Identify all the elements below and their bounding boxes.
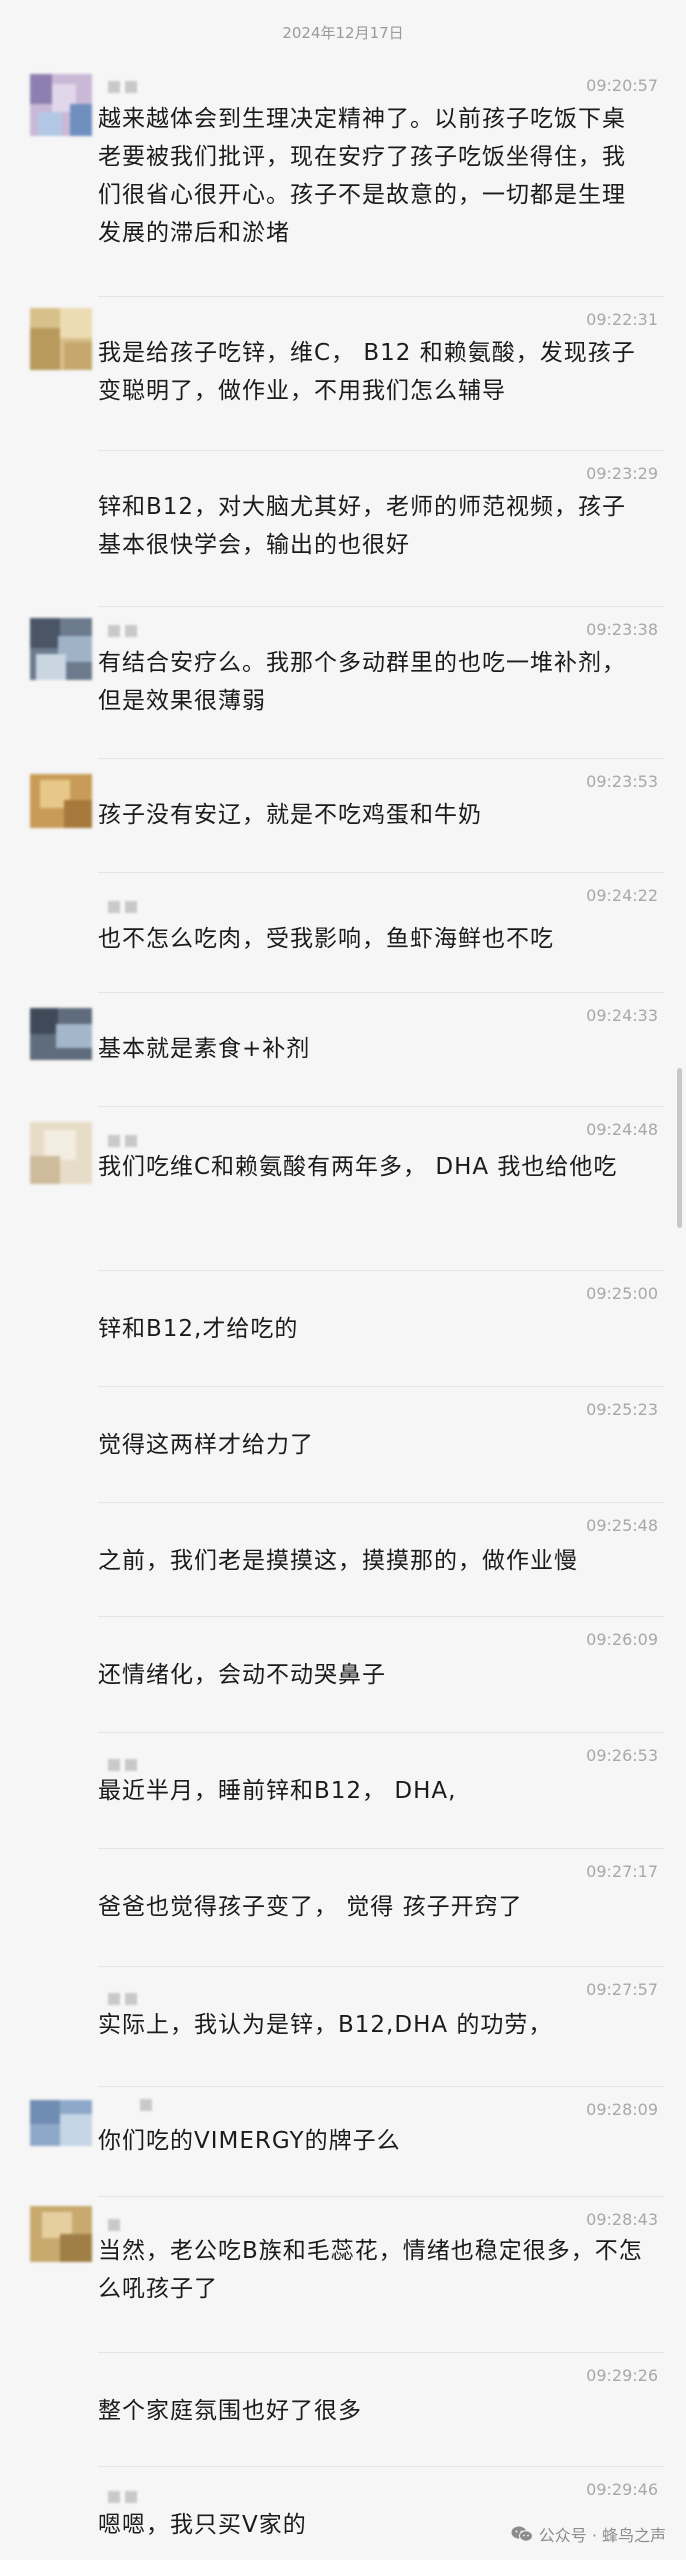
chat-message: 09:24:22 也不怎么吃肉，受我影响，鱼虾海鲜也不吃 [0,872,686,982]
chat-message: 09:25:23 觉得这两样才给力了 [0,1386,686,1486]
message-text: 你们吃的VIMERGY的牌子么 [98,2128,401,2154]
sender-name [108,1756,142,1772]
message-time: 09:24:33 [586,1006,658,1025]
watermark: 公众号 · 蜂鸟之声 [511,2522,666,2546]
message-text: 锌和B12,才给吃的 [98,1316,299,1342]
message-time: 09:28:09 [586,2100,658,2119]
chat-message: 09:23:53 孩子没有安辽，就是不吃鸡蛋和牛奶 [0,758,686,858]
divider [98,1616,664,1617]
divider [98,1270,664,1271]
divider [98,1106,664,1107]
avatar[interactable] [30,308,92,370]
message-time: 09:25:48 [586,1516,658,1535]
message-time: 09:25:00 [586,1284,658,1303]
message-text: 越来越体会到生理决定精神了。以前孩子吃饭下桌老要被我们批评，现在安疗了孩子吃饭坐… [98,106,626,246]
avatar[interactable] [30,618,92,680]
message-time: 09:27:17 [586,1862,658,1881]
chat-message: 09:28:43 当然，老公吃B族和毛蕊花，情绪也稳定很多，不怎么吼孩子了 [0,2196,686,2352]
divider [98,2086,664,2087]
chat-message: 09:27:17 爸爸也觉得孩子变了， 觉得 孩子开窍了 [0,1848,686,1948]
avatar[interactable] [30,2100,92,2146]
message-time: 09:29:46 [586,2480,658,2499]
scrollbar-thumb[interactable] [677,1068,682,1228]
chat-message: 09:25:00 锌和B12,才给吃的 [0,1270,686,1370]
message-text: 爸爸也觉得孩子变了， 觉得 孩子开窍了 [98,1894,523,1920]
message-text: 有结合安疗么。我那个多动群里的也吃一堆补剂，但是效果很薄弱 [98,650,626,714]
chat-message: 09:23:38 有结合安疗么。我那个多动群里的也吃一堆补剂，但是效果很薄弱 [0,606,686,746]
message-time: 09:22:31 [586,310,658,329]
chat-message: 09:26:09 还情绪化，会动不动哭鼻子 [0,1616,686,1716]
message-time: 09:23:38 [586,620,658,639]
message-text: 之前，我们老是摸摸这，摸摸那的，做作业慢 [98,1548,578,1574]
divider [98,296,664,297]
wechat-icon [511,2526,533,2542]
sender-name [108,622,142,638]
message-text: 孩子没有安辽，就是不吃鸡蛋和牛奶 [98,802,482,828]
message-text: 当然，老公吃B族和毛蕊花，情绪也稳定很多，不怎么吼孩子了 [98,2238,643,2302]
message-time: 09:20:57 [586,76,658,95]
chat-message: 09:28:09 你们吃的VIMERGY的牌子么 [0,2086,686,2186]
divider [98,2352,664,2353]
divider [98,1966,664,1967]
message-time: 09:23:29 [586,464,658,483]
message-text: 实际上，我认为是锌，B12,DHA 的功劳， [98,2012,553,2038]
chat-message: 09:29:26 整个家庭氛围也好了很多 [0,2352,686,2452]
chat-message: 09:24:33 基本就是素食+补剂 [0,992,686,1098]
message-time: 09:29:26 [586,2366,658,2385]
chat-message: 09:27:57 实际上，我认为是锌，B12,DHA 的功劳， [0,1966,686,2066]
sender-name [108,898,142,914]
chat-message: 09:24:48 我们吃维C和赖氨酸有两年多， DHA 我也给他吃 [0,1106,686,1264]
sender-name [140,2096,174,2112]
message-text: 最近半月，睡前锌和B12， DHA, [98,1778,457,1804]
avatar[interactable] [30,2206,92,2262]
message-text: 我是给孩子吃锌，维C， B12 和赖氨酸，发现孩子变聪明了，做作业，不用我们怎么… [98,340,636,404]
divider [98,1502,664,1503]
divider [98,450,664,451]
divider [98,1386,664,1387]
message-time: 09:28:43 [586,2210,658,2229]
chat-message: 09:20:57 越来越体会到生理决定精神了。以前孩子吃饭下桌老要被我们批评，现… [0,62,686,268]
divider [98,992,664,993]
avatar[interactable] [30,774,92,828]
chat-message: 09:22:31 我是给孩子吃锌，维C， B12 和赖氨酸，发现孩子变聪明了，做… [0,296,686,444]
chat-message: 09:25:48 之前，我们老是摸摸这，摸摸那的，做作业慢 [0,1502,686,1602]
divider [98,1848,664,1849]
divider [98,872,664,873]
avatar[interactable] [30,74,92,136]
chat-message: 09:26:53 最近半月，睡前锌和B12， DHA, [0,1732,686,1832]
message-text: 还情绪化，会动不动哭鼻子 [98,1662,386,1688]
divider [98,606,664,607]
divider [98,758,664,759]
message-time: 09:26:53 [586,1746,658,1765]
sender-name [108,1990,142,2006]
message-time: 09:24:48 [586,1120,658,1139]
message-text: 我们吃维C和赖氨酸有两年多， DHA 我也给他吃 [98,1154,618,1180]
sender-name [108,2216,142,2232]
message-text: 也不怎么吃肉，受我影响，鱼虾海鲜也不吃 [98,926,554,952]
chat-message: 09:23:29 锌和B12，对大脑尤其好，老师的师范视频，孩子基本很快学会，输… [0,450,686,582]
date-header: 2024年12月17日 [282,24,404,42]
divider [98,1732,664,1733]
watermark-text: 公众号 · 蜂鸟之声 [538,2526,666,2545]
divider [98,2196,664,2197]
sender-name [108,78,142,94]
message-text: 基本就是素食+补剂 [98,1036,311,1062]
sender-name [108,1132,142,1148]
message-text: 锌和B12，对大脑尤其好，老师的师范视频，孩子基本很快学会，输出的也很好 [98,494,627,558]
message-time: 09:24:22 [586,886,658,905]
message-time: 09:27:57 [586,1980,658,1999]
message-time: 09:25:23 [586,1400,658,1419]
message-text: 整个家庭氛围也好了很多 [98,2398,362,2424]
message-time: 09:26:09 [586,1630,658,1649]
avatar[interactable] [30,1008,92,1060]
sender-name [108,2488,142,2504]
avatar[interactable] [30,1122,92,1184]
divider [98,2466,664,2467]
message-text: 觉得这两样才给力了 [98,1432,314,1458]
message-time: 09:23:53 [586,772,658,791]
